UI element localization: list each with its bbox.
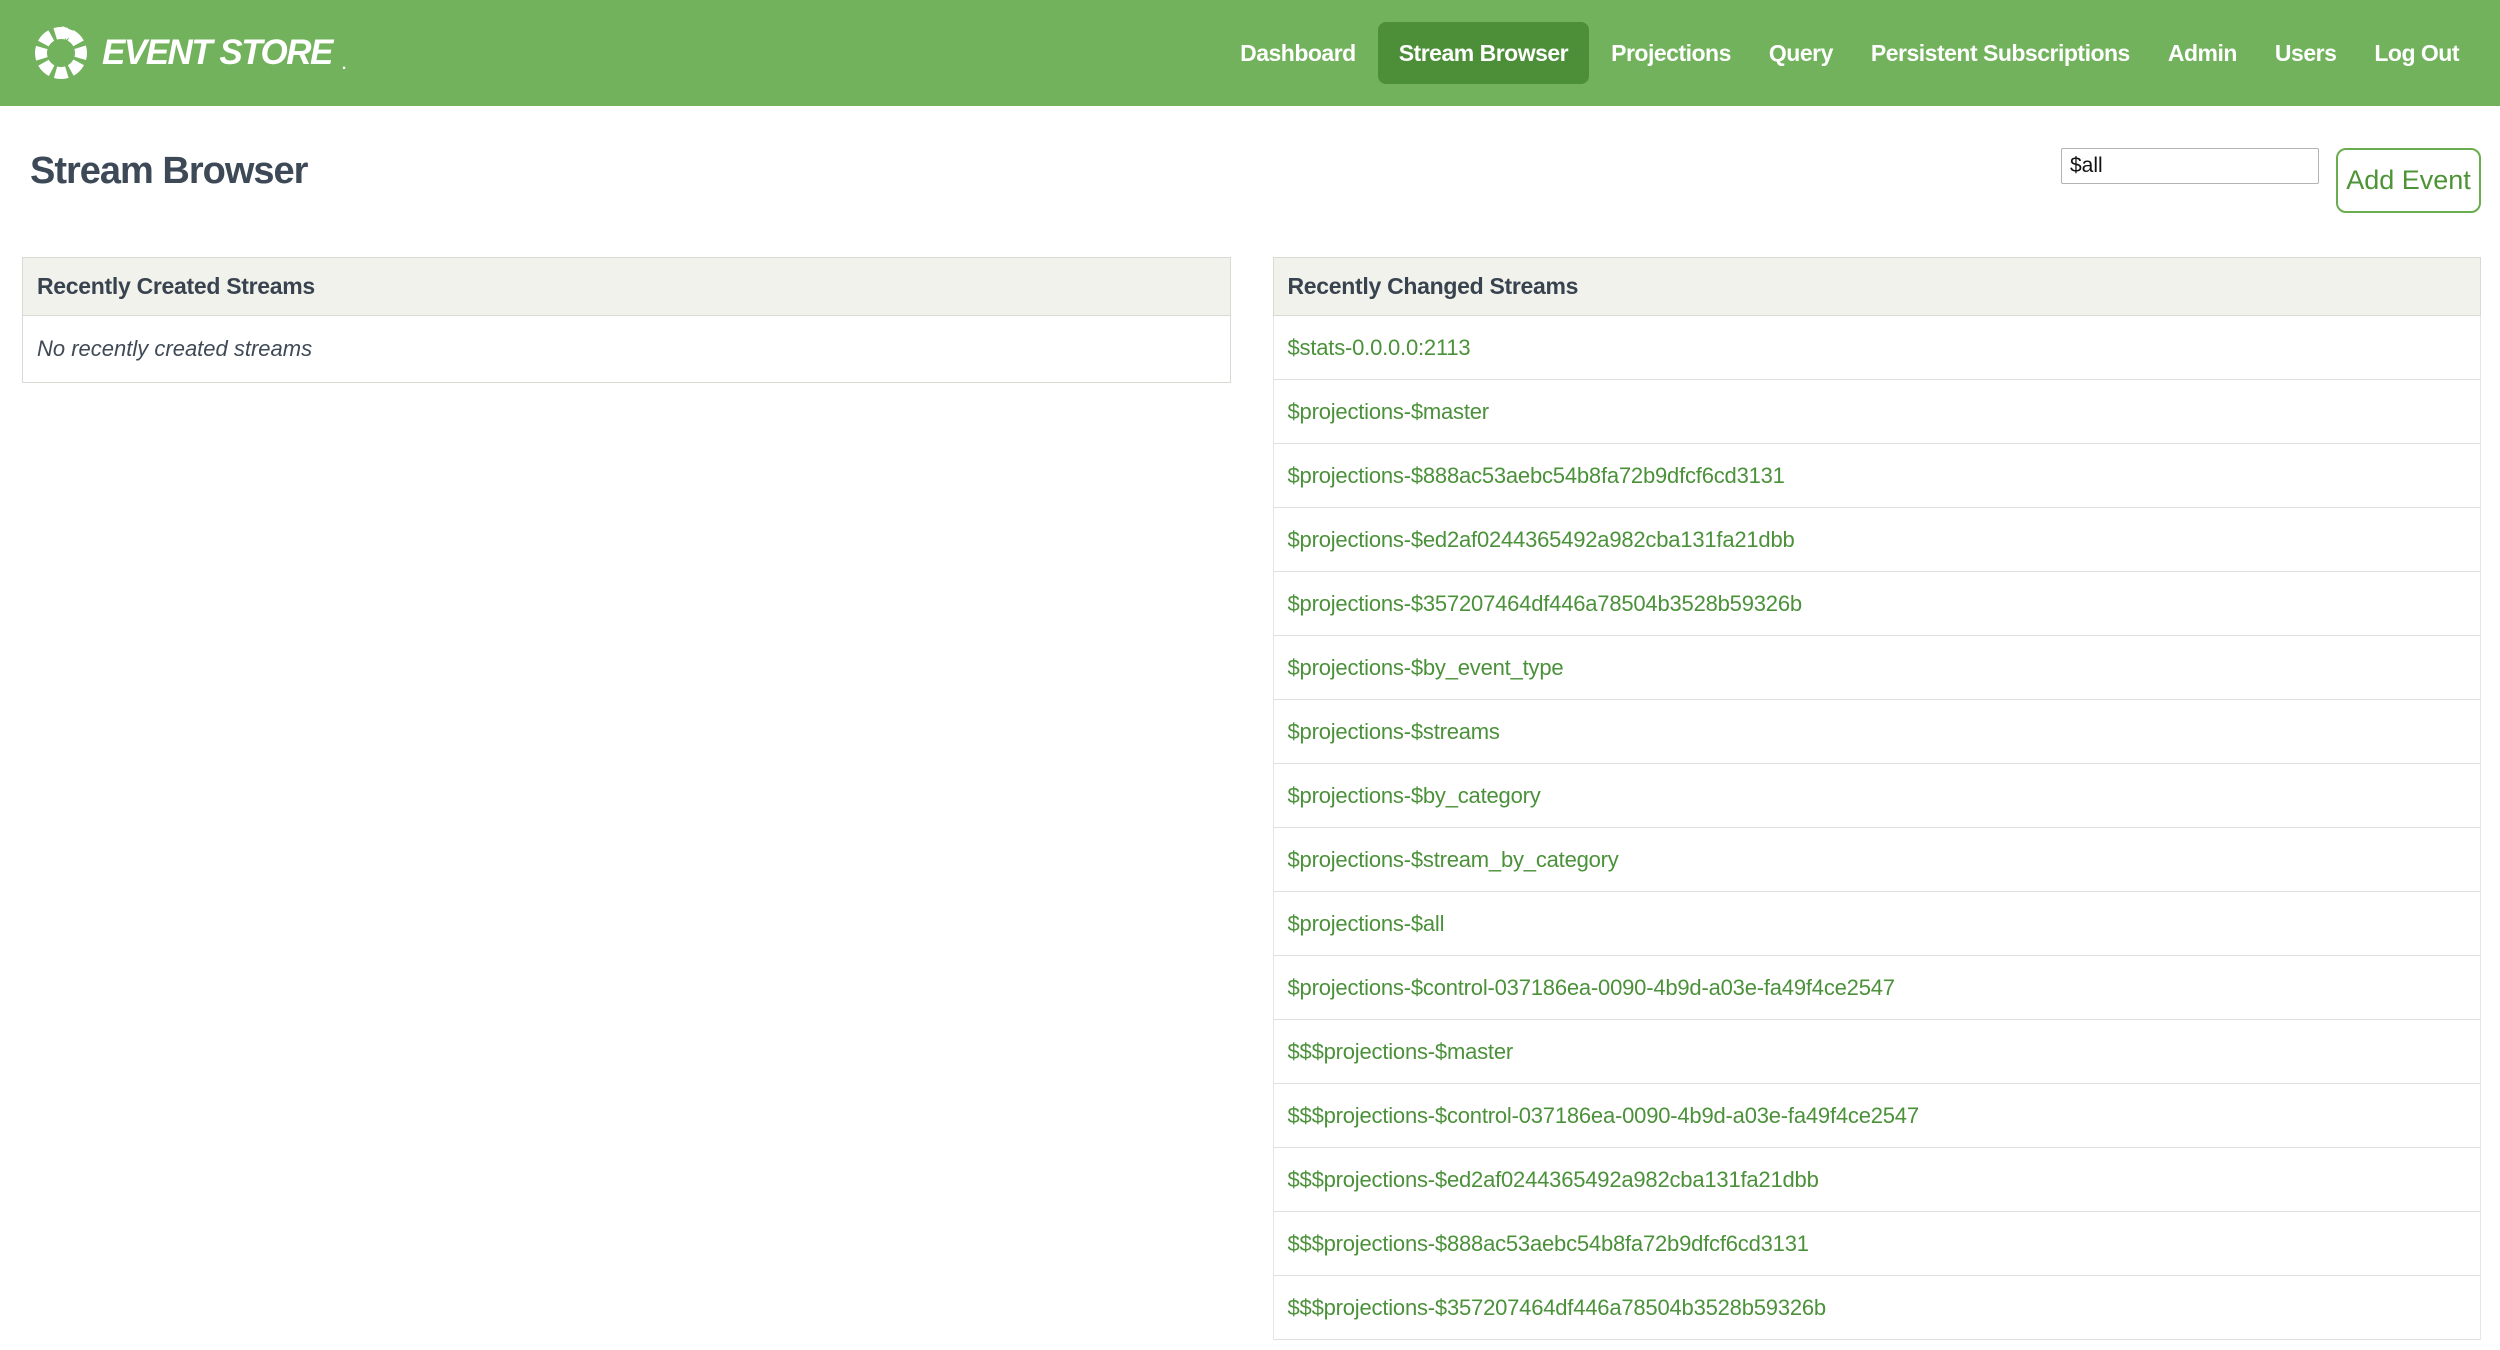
logo-trademark-dot: .: [341, 56, 347, 73]
panels-row: Recently Created Streams No recently cre…: [22, 257, 2481, 1340]
stream-link[interactable]: $projections-$streams: [1288, 719, 1500, 745]
nav-item-projections[interactable]: Projections: [1592, 40, 1750, 67]
stream-link[interactable]: $projections-$ed2af0244365492a982cba131f…: [1288, 527, 1795, 553]
header-controls: Add Event: [2061, 148, 2481, 213]
stream-link[interactable]: $projections-$by_category: [1288, 783, 1541, 809]
stream-link[interactable]: $$$projections-$ed2af0244365492a982cba13…: [1288, 1167, 1819, 1193]
recently-changed-streams-header: Recently Changed Streams: [1272, 257, 2481, 316]
page-header: Stream Browser Add Event: [22, 148, 2481, 213]
stream-link[interactable]: $projections-$888ac53aebc54b8fa72b9dfcf6…: [1288, 463, 1785, 489]
stream-link[interactable]: $projections-$control-037186ea-0090-4b9d…: [1288, 975, 1896, 1001]
stream-row: $$$projections-$master: [1273, 1020, 2480, 1084]
stream-row: $projections-$by_category: [1273, 764, 2480, 828]
event-store-logo-icon: [35, 26, 87, 79]
nav-item-query[interactable]: Query: [1750, 40, 1852, 67]
recently-created-streams-empty-message: No recently created streams: [22, 316, 1231, 383]
stream-row: $projections-$by_event_type: [1273, 636, 2480, 700]
stream-row: $projections-$control-037186ea-0090-4b9d…: [1273, 956, 2480, 1020]
nav-item-log-out[interactable]: Log Out: [2355, 40, 2478, 67]
stream-row: $$$projections-$357207464df446a78504b352…: [1273, 1276, 2480, 1340]
stream-link[interactable]: $projections-$357207464df446a78504b3528b…: [1288, 591, 1803, 617]
stream-row: $$$projections-$888ac53aebc54b8fa72b9dfc…: [1273, 1212, 2480, 1276]
recently-changed-streams-panel: Recently Changed Streams $stats-0.0.0.0:…: [1272, 257, 2481, 1340]
stream-link[interactable]: $$$projections-$357207464df446a78504b352…: [1288, 1295, 1827, 1321]
stream-row: $$$projections-$ed2af0244365492a982cba13…: [1273, 1148, 2480, 1212]
nav-item-admin[interactable]: Admin: [2149, 40, 2256, 67]
nav-item-stream-browser[interactable]: Stream Browser: [1377, 22, 1590, 84]
add-event-button[interactable]: Add Event: [2336, 148, 2481, 213]
recently-created-streams-header: Recently Created Streams: [22, 257, 1231, 316]
stream-link[interactable]: $projections-$all: [1288, 911, 1445, 937]
stream-link[interactable]: $$$projections-$888ac53aebc54b8fa72b9dfc…: [1288, 1231, 1809, 1257]
stream-row: $$$projections-$control-037186ea-0090-4b…: [1273, 1084, 2480, 1148]
stream-row: $projections-$888ac53aebc54b8fa72b9dfcf6…: [1273, 444, 2480, 508]
nav-item-dashboard[interactable]: Dashboard: [1221, 40, 1375, 67]
nav-item-users[interactable]: Users: [2256, 40, 2355, 67]
nav-menu: Dashboard Stream Browser Projections Que…: [1221, 22, 2478, 84]
stream-name-input[interactable]: [2061, 148, 2319, 184]
stream-link[interactable]: $projections-$by_event_type: [1288, 655, 1564, 681]
event-store-logo[interactable]: EVENT STORE .: [32, 24, 346, 82]
stream-row: $projections-$all: [1273, 892, 2480, 956]
stream-row: $projections-$ed2af0244365492a982cba131f…: [1273, 508, 2480, 572]
logo-text: EVENT STORE: [102, 33, 333, 72]
stream-link[interactable]: $$$projections-$master: [1288, 1039, 1514, 1065]
top-navbar: EVENT STORE . Dashboard Stream Browser P…: [0, 0, 2500, 106]
recently-changed-streams-list: $stats-0.0.0.0:2113 $projections-$master…: [1272, 316, 2481, 1340]
stream-link[interactable]: $projections-$master: [1288, 399, 1490, 425]
stream-row: $projections-$master: [1273, 380, 2480, 444]
page-title: Stream Browser: [30, 150, 308, 192]
stream-link[interactable]: $$$projections-$control-037186ea-0090-4b…: [1288, 1103, 1920, 1129]
stream-link[interactable]: $stats-0.0.0.0:2113: [1288, 335, 1471, 361]
page-content: Stream Browser Add Event Recently Create…: [0, 148, 2500, 1340]
stream-row: $projections-$stream_by_category: [1273, 828, 2480, 892]
stream-row: $stats-0.0.0.0:2113: [1273, 316, 2480, 380]
stream-row: $projections-$streams: [1273, 700, 2480, 764]
recently-created-streams-panel: Recently Created Streams No recently cre…: [22, 257, 1231, 383]
stream-link[interactable]: $projections-$stream_by_category: [1288, 847, 1619, 873]
stream-row: $projections-$357207464df446a78504b3528b…: [1273, 572, 2480, 636]
nav-item-persistent-subscriptions[interactable]: Persistent Subscriptions: [1852, 40, 2149, 67]
